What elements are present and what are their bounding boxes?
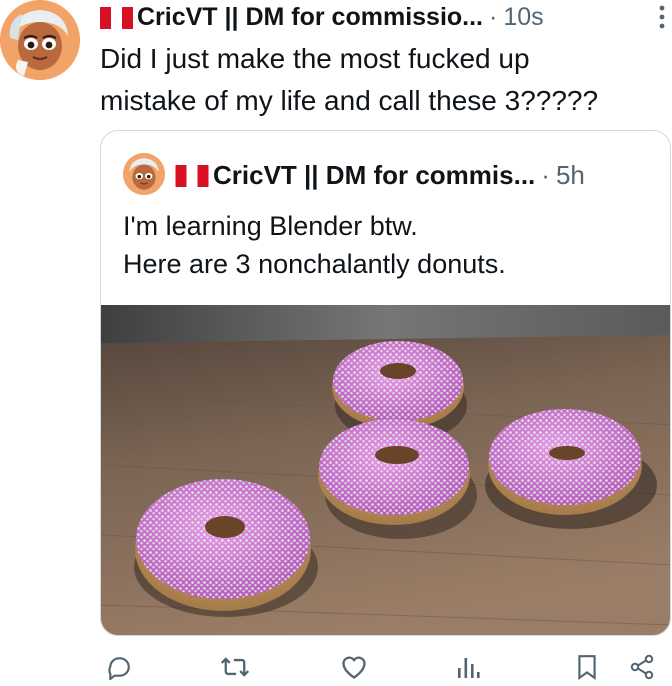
reply-button[interactable]: [106, 652, 132, 682]
quoted-tweet-card[interactable]: CricVT || DM for commis... · 5h I'm lear…: [100, 130, 671, 636]
header-separator: ·: [489, 2, 498, 31]
tweet-header: CricVT || DM for commissio... · 10s: [100, 2, 544, 32]
quoted-author-name[interactable]: CricVT || DM for commis...: [213, 160, 535, 191]
header-separator: ·: [541, 159, 550, 190]
tweet-text-line: Did I just make the most fucked up: [100, 43, 530, 74]
tweet-text: Did I just make the most fucked up mista…: [100, 38, 660, 122]
like-button[interactable]: [340, 652, 368, 682]
share-icon: [630, 654, 654, 680]
quoted-tweet-header: CricVT || DM for commis... · 5h: [175, 159, 585, 191]
bookmark-button[interactable]: [576, 652, 598, 682]
more-options-icon[interactable]: [658, 4, 666, 30]
quoted-timestamp[interactable]: 5h: [556, 160, 585, 191]
peru-flag-icon: [100, 7, 133, 29]
retweet-icon: [220, 657, 250, 677]
tweet-action-bar: [100, 648, 672, 686]
author-name[interactable]: CricVT || DM for commissio...: [137, 3, 483, 32]
donuts-render-image[interactable]: [101, 305, 670, 635]
views-icon: [458, 658, 480, 678]
timestamp[interactable]: 10s: [503, 3, 543, 32]
quoted-text-line: I'm learning Blender btw.: [123, 211, 418, 241]
reply-icon: [108, 657, 130, 680]
retweet-button[interactable]: [220, 652, 250, 682]
bookmark-icon: [578, 655, 596, 680]
views-button[interactable]: [456, 652, 480, 682]
share-button[interactable]: [628, 652, 656, 682]
tweet-text-line: mistake of my life and call these 3?????: [100, 85, 599, 116]
avatar[interactable]: [0, 0, 80, 80]
quoted-avatar[interactable]: [123, 153, 165, 195]
like-icon: [342, 656, 366, 679]
peru-flag-icon: [175, 165, 209, 187]
quoted-tweet-text: I'm learning Blender btw. Here are 3 non…: [123, 207, 653, 283]
quoted-text-line: Here are 3 nonchalantly donuts.: [123, 249, 506, 279]
